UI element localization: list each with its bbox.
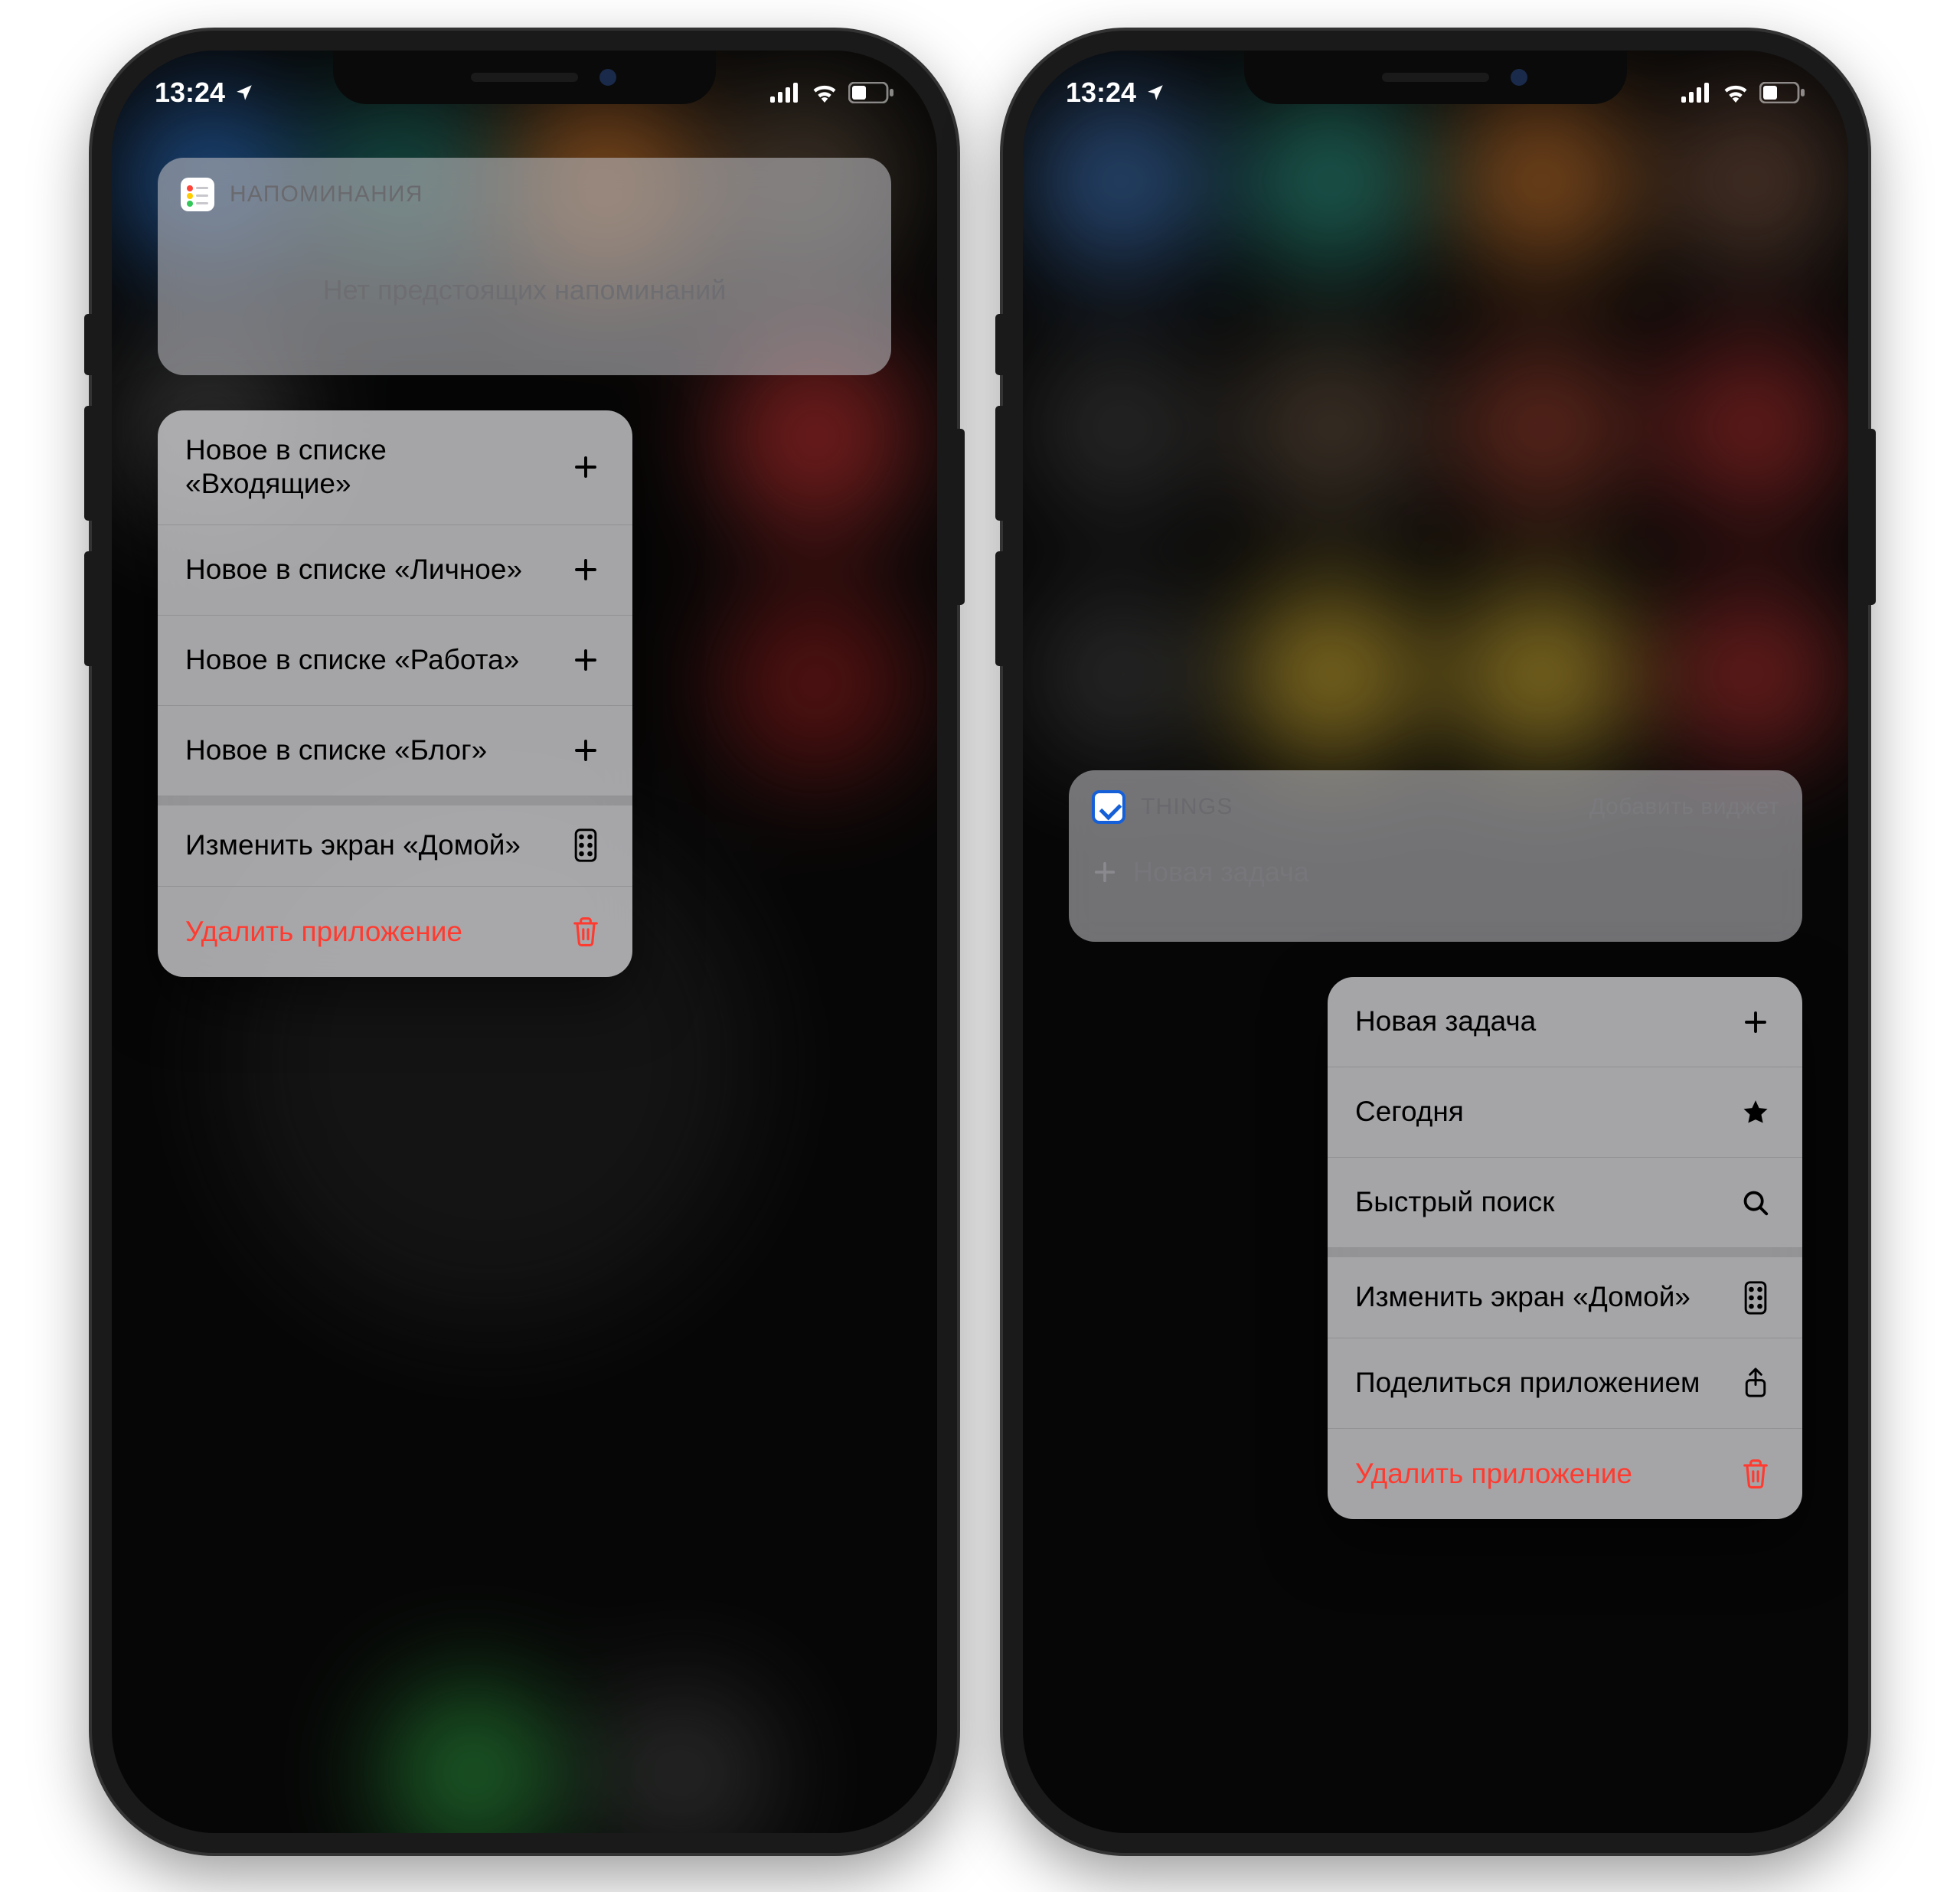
menu-item-delete-app[interactable]: Удалить приложение: [1328, 1429, 1802, 1519]
notch: [1244, 51, 1627, 104]
plus-icon: [567, 556, 605, 583]
widget-empty-text: Нет предстоящих напоминаний: [158, 221, 891, 375]
trash-icon: [1736, 1458, 1775, 1490]
context-menu-things: Новая задача Сегодня Быстрый поиск: [1328, 977, 1802, 1519]
plus-icon: [567, 453, 605, 481]
status-time: 13:24: [1066, 77, 1136, 109]
menu-item-label: Новое в списке «Работа»: [185, 643, 567, 677]
screen-left: 13:24 НАПОМИНАНИЯ Нет предстоящих напоми…: [112, 51, 937, 1833]
menu-item-label: Поделиться приложением: [1355, 1366, 1736, 1400]
haptic-touch-overlay: THINGS Добавить виджет Новая задача Нова…: [1023, 51, 1848, 1833]
menu-item-new-task[interactable]: Новая задача: [1328, 977, 1802, 1067]
menu-item-label: Удалить приложение: [185, 915, 567, 949]
menu-item-label: Изменить экран «Домой»: [1355, 1280, 1736, 1314]
menu-item-new-blog[interactable]: Новое в списке «Блог»: [158, 706, 632, 796]
battery-icon: [848, 82, 894, 103]
reminders-widget[interactable]: НАПОМИНАНИЯ Нет предстоящих напоминаний: [158, 158, 891, 375]
status-time: 13:24: [155, 77, 225, 109]
star-icon: [1736, 1098, 1775, 1127]
menu-item-label: Сегодня: [1355, 1095, 1736, 1129]
add-widget-button[interactable]: Добавить виджет: [1589, 794, 1779, 820]
phone-right: 13:24 THINGS Добавить виджет: [1003, 31, 1868, 1853]
wifi-icon: [1721, 83, 1750, 103]
widget-app-name: НАПОМИНАНИЯ: [230, 181, 423, 207]
widget-header: НАПОМИНАНИЯ: [158, 158, 891, 221]
cellular-icon: [770, 83, 801, 103]
screen-right: 13:24 THINGS Добавить виджет: [1023, 51, 1848, 1833]
menu-item-new-personal[interactable]: Новое в списке «Личное»: [158, 525, 632, 616]
menu-item-today[interactable]: Сегодня: [1328, 1067, 1802, 1158]
menu-item-label: Новая задача: [1355, 1005, 1736, 1038]
search-icon: [1736, 1188, 1775, 1217]
phone-left: 13:24 НАПОМИНАНИЯ Нет предстоящих напоми…: [92, 31, 957, 1853]
menu-item-edit-home[interactable]: Изменить экран «Домой»: [158, 796, 632, 887]
widget-new-task-label: Новая задача: [1133, 856, 1309, 888]
menu-item-label: Быстрый поиск: [1355, 1185, 1736, 1219]
menu-item-new-inbox[interactable]: Новое в списке «Входящие»: [158, 410, 632, 525]
things-app-icon: [1092, 790, 1125, 824]
cellular-icon: [1681, 83, 1712, 103]
things-widget[interactable]: THINGS Добавить виджет Новая задача: [1069, 770, 1802, 942]
menu-item-delete-app[interactable]: Удалить приложение: [158, 887, 632, 977]
plus-icon: [567, 646, 605, 674]
plus-icon: [1092, 859, 1118, 885]
reminders-app-icon: [181, 178, 214, 211]
widget-header: THINGS Добавить виджет: [1069, 770, 1802, 833]
apps-grid-icon: [567, 828, 605, 862]
apps-grid-icon: [1736, 1281, 1775, 1315]
trash-icon: [567, 916, 605, 948]
context-menu-reminders: Новое в списке «Входящие» Новое в списке…: [158, 410, 632, 977]
widget-app-name: THINGS: [1141, 794, 1233, 820]
menu-item-label: Новое в списке «Личное»: [185, 553, 567, 587]
menu-item-label: Удалить приложение: [1355, 1457, 1736, 1491]
location-icon: [1145, 83, 1165, 103]
widget-new-task-row[interactable]: Новая задача: [1069, 833, 1802, 942]
menu-item-label: Изменить экран «Домой»: [185, 828, 567, 862]
menu-item-label: Новое в списке «Блог»: [185, 734, 567, 767]
menu-item-new-work[interactable]: Новое в списке «Работа»: [158, 616, 632, 706]
wifi-icon: [810, 83, 839, 103]
notch: [333, 51, 716, 104]
battery-icon: [1759, 82, 1805, 103]
plus-icon: [567, 737, 605, 764]
plus-icon: [1736, 1008, 1775, 1036]
menu-item-share-app[interactable]: Поделиться приложением: [1328, 1338, 1802, 1429]
menu-item-edit-home[interactable]: Изменить экран «Домой»: [1328, 1248, 1802, 1338]
location-icon: [234, 83, 254, 103]
share-icon: [1736, 1367, 1775, 1400]
haptic-touch-overlay: НАПОМИНАНИЯ Нет предстоящих напоминаний …: [112, 51, 937, 1833]
menu-item-label: Новое в списке «Входящие»: [185, 433, 567, 502]
menu-item-quick-search[interactable]: Быстрый поиск: [1328, 1158, 1802, 1248]
